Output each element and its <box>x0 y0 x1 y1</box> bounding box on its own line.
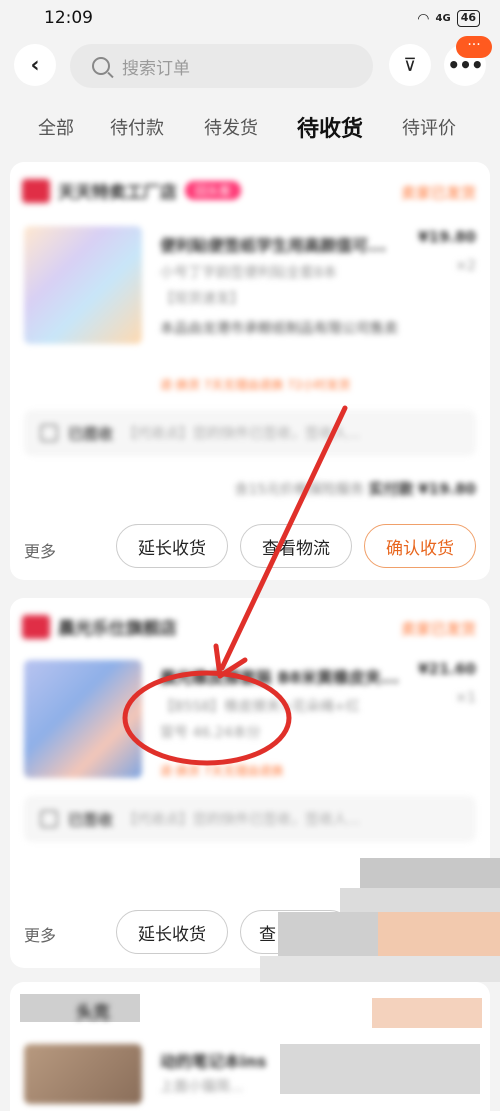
order-status: 卖家已发货 <box>400 620 476 638</box>
item-spec: 小号丁字韵签便利贴全套8本 <box>160 265 337 281</box>
status-icons: ◠ 4G 46 <box>417 10 480 27</box>
pixelated-overlay <box>340 888 500 912</box>
view-logistics-button[interactable]: 查看物流 <box>240 524 352 568</box>
order-summary: 含15元价格保险服务 实付款 ¥19.80 <box>234 478 476 499</box>
pixelated-overlay <box>378 912 500 956</box>
service-tags: 退·换货 7天无理由退换 <box>160 764 284 778</box>
pixelated-overlay <box>280 1044 480 1094</box>
shop-icon <box>22 178 50 203</box>
search-input[interactable]: 搜索订单 <box>70 44 373 88</box>
shop-name: 头克 <box>76 1003 110 1023</box>
logistics-status: 已签收 <box>68 810 114 829</box>
shop-header[interactable]: 晨光乐仕旗舰店 <box>22 614 177 639</box>
tab-pending-payment[interactable]: 待付款 <box>110 114 164 140</box>
confirm-receipt-button[interactable]: 确认收货 <box>364 524 476 568</box>
product-thumbnail[interactable] <box>24 660 142 778</box>
status-time: 12:09 <box>44 8 93 28</box>
summary-note: 含15元价格保险服务 <box>234 482 365 498</box>
calendar-icon <box>40 810 58 828</box>
tab-pending-review[interactable]: 待评价 <box>402 114 456 140</box>
item-spec: 上面小猫简... <box>160 1079 244 1095</box>
shop-tag: 回头客 <box>185 181 242 200</box>
logistics-info[interactable]: 已揽收 【代收点】您的快件已签收，签收人... <box>24 410 476 456</box>
pixelated-overlay <box>260 956 500 982</box>
message-badge: ··· <box>456 36 492 58</box>
more-link[interactable]: 更多 <box>24 538 56 562</box>
back-button[interactable]: ‹ <box>14 44 56 86</box>
shop-name: 天天特卖工厂店 <box>58 183 177 203</box>
logistics-detail: 【代收点】您的快件已签收，签收人... <box>123 426 361 442</box>
item-tag: 【现货速发】 <box>160 291 244 307</box>
tab-all[interactable]: 全部 <box>38 114 74 140</box>
header: ‹ 搜索订单 ⊽ ••• ··· <box>0 36 500 98</box>
item-quantity: ×2 <box>455 258 476 274</box>
search-placeholder: 搜索订单 <box>122 58 190 79</box>
pixelated-overlay <box>360 858 500 888</box>
logistics-info[interactable]: 已签收 【代收点】您的快件已签收，签收人... <box>24 796 476 842</box>
wifi-icon: ◠ <box>417 10 430 27</box>
shop-header[interactable]: 天天特卖工厂店 回头客 <box>22 178 242 203</box>
order-tabs: 全部 待付款 待发货 待收货 待评价 <box>0 104 500 150</box>
status-bar: 12:09 ◠ 4G 46 <box>0 0 500 40</box>
shop-name: 晨光乐仕旗舰店 <box>58 619 177 639</box>
pixelated-overlay <box>278 912 378 956</box>
battery-icon: 46 <box>456 10 480 27</box>
item-spec: 【B5S8】橡皮擦夹+花朵绳+红 <box>160 699 360 715</box>
order-card[interactable]: 天天特卖工厂店 回头客 卖家已发货 便利贴便签纸学生用高颜值可... 小号丁字韵… <box>10 162 490 580</box>
shop-icon <box>22 614 50 639</box>
tab-pending-shipment[interactable]: 待发货 <box>204 114 258 140</box>
filter-icon: ⊽ <box>403 54 417 76</box>
extend-receipt-button[interactable]: 延长收货 <box>116 910 228 954</box>
summary-label: 实付款 <box>368 480 414 498</box>
summary-amount: ¥19.80 <box>418 480 476 498</box>
order-card[interactable]: 头克 动的笔记本ins 上面小猫简... <box>10 982 490 1111</box>
logistics-status: 已揽收 <box>68 424 114 443</box>
pixelated-overlay <box>372 998 482 1028</box>
item-extra: 冒号 46.24本分 <box>160 725 261 741</box>
service-tags: 退·换货 7天无理由退换 72小时发货 <box>160 378 351 392</box>
network-type: 4G <box>435 13 451 24</box>
order-status: 卖家已发货 <box>400 184 476 202</box>
more-link[interactable]: 更多 <box>24 922 56 946</box>
product-thumbnail[interactable] <box>24 1044 142 1104</box>
logistics-detail: 【代收点】您的快件已签收，签收人... <box>123 812 361 828</box>
filter-button[interactable]: ⊽ <box>389 44 431 86</box>
item-quantity: ×1 <box>455 690 476 706</box>
item-title[interactable]: 晨光橡皮擦套装 B8米黄橡皮夹... <box>160 664 399 688</box>
chevron-left-icon: ‹ <box>30 52 40 78</box>
product-thumbnail[interactable] <box>24 226 142 344</box>
extend-receipt-button[interactable]: 延长收货 <box>116 524 228 568</box>
calendar-icon <box>40 424 58 442</box>
tab-pending-receipt[interactable]: 待收货 <box>297 111 363 143</box>
item-title[interactable]: 动的笔记本ins <box>160 1048 266 1072</box>
item-seller-info: 本品由龙港市承鲸纸制品有限公司售卖 <box>160 321 398 337</box>
item-price: ¥19.80 <box>418 228 476 246</box>
search-icon <box>92 57 110 75</box>
item-price: ¥21.60 <box>418 660 476 678</box>
item-title[interactable]: 便利贴便签纸学生用高颜值可... <box>160 232 386 256</box>
